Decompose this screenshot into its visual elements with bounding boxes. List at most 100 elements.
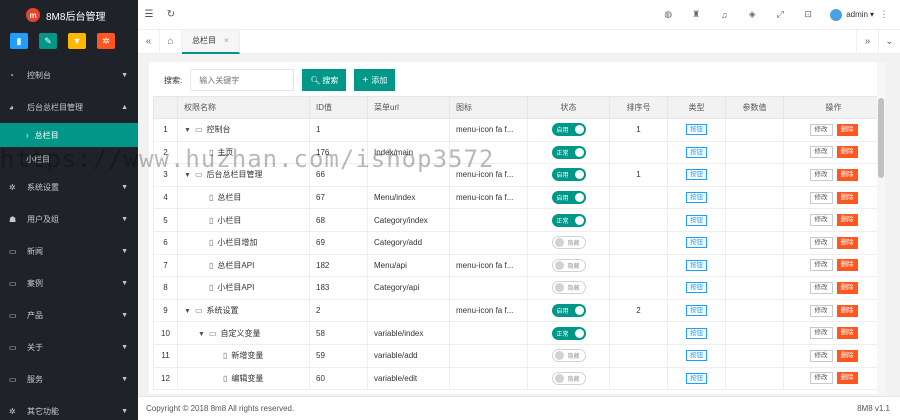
close-icon[interactable]: × [224,36,229,45]
tabs-next-icon[interactable]: » [856,29,878,54]
scrollbar-thumb[interactable] [878,98,884,178]
signal-icon[interactable]: ▮ [10,33,28,49]
delete-button[interactable]: 删除 [836,281,858,294]
column-header[interactable]: 菜单url [367,96,450,119]
sidebar-item-5[interactable]: ▭ 案例 ▼ [0,267,138,299]
column-header[interactable]: 图标 [449,96,528,119]
caret-down-icon[interactable]: ▼ [184,127,191,134]
caret-down-icon[interactable]: ▼ [198,331,205,338]
column-header[interactable]: 类型 [667,96,726,119]
pencil-icon[interactable]: ✎ [39,33,57,49]
delete-button[interactable]: 删除 [836,327,858,340]
sidebar-item-7[interactable]: ▭ 关于 ▼ [0,331,138,363]
search-button[interactable]: 🔍︎ 搜索 [302,69,347,91]
globe-icon[interactable]: ◍ [654,9,682,20]
status-toggle[interactable]: 启用 [551,168,586,182]
edit-button[interactable]: 修改 [809,259,833,272]
tag-icon[interactable]: ◈ [738,9,766,20]
delete-button[interactable]: 删除 [836,259,858,272]
edit-button[interactable]: 修改 [809,123,833,136]
cogs-icon[interactable]: ✲ [97,33,115,49]
status-toggle[interactable]: 正常 [551,145,586,159]
edit-button[interactable]: 修改 [809,327,833,340]
caret-down-icon[interactable]: ▼ [184,308,191,315]
edit-button[interactable]: 修改 [809,168,833,181]
edit-button[interactable]: 修改 [809,372,833,385]
sidebar-item-3[interactable]: ☗ 用户及组 ▼ [0,203,138,235]
tree-node[interactable]: ▯ 小栏目 [198,215,241,226]
search-input[interactable] [190,69,295,91]
edit-button[interactable]: 修改 [809,349,833,362]
delete-button[interactable]: 删除 [836,349,858,362]
column-header[interactable]: 排序号 [609,96,668,119]
column-header[interactable]: 参数值 [725,96,784,119]
type-cell: 按钮 [667,140,726,165]
delete-button[interactable]: 删除 [836,372,858,385]
status-toggle[interactable]: 启用 [551,191,586,205]
fullscreen-icon[interactable]: ⤢ [766,9,794,20]
trash-icon[interactable]: ♜ [682,9,710,20]
status-toggle[interactable]: 启用 [551,304,586,318]
more-icon[interactable]: ⋮ [874,9,894,20]
tree-node[interactable]: ▯ 编辑变量 [212,373,263,384]
tree-node[interactable]: ▼ ▭ 控制台 [184,124,231,135]
tree-node[interactable]: ▯ 新增变量 [212,350,263,361]
sidebar-item-9[interactable]: ✲ 其它功能 ▼ [0,395,138,420]
delete-button[interactable]: 删除 [836,236,858,249]
sidebar-item-0[interactable]: ◔ 控制台 ▼ [0,59,138,91]
tree-node[interactable]: ▼ ▭ 自定义变量 [198,328,261,339]
tree-node[interactable]: ▯ 小栏目增加 [198,237,257,248]
tree-node[interactable]: ▼ ▭ 系统设置 [184,305,239,316]
tree-node[interactable]: ▯ 总栏目API [198,260,254,271]
delete-button[interactable]: 删除 [836,146,858,159]
name-cell: ▼ ▭ 控制台 [177,118,310,142]
delete-button[interactable]: 删除 [836,304,858,317]
tabs-prev-icon[interactable]: « [138,29,160,54]
edit-button[interactable]: 修改 [809,236,833,249]
status-toggle[interactable]: 正常 [551,213,586,227]
delete-button[interactable]: 删除 [836,191,858,204]
shirt-icon[interactable]: ▼ [68,33,86,49]
status-toggle[interactable]: 隐藏 [551,258,586,272]
delete-button[interactable]: 删除 [836,123,858,136]
edit-button[interactable]: 修改 [809,146,833,159]
sidebar-subitem-0[interactable]: › 总栏目 [0,123,138,147]
bell-icon[interactable]: ♫ [710,10,738,20]
tree-node[interactable]: ▯ 总栏目 [198,192,241,203]
edit-button[interactable]: 修改 [809,304,833,317]
app-logo[interactable]: m 8M8后台管理 [0,0,138,30]
column-header[interactable] [153,96,178,119]
scrollbar[interactable] [877,62,885,394]
sidebar-item-8[interactable]: ▭ 服务 ▼ [0,363,138,395]
sidebar-item-4[interactable]: ▭ 新闻 ▼ [0,235,138,267]
edit-button[interactable]: 修改 [809,214,833,227]
home-icon[interactable]: ⌂ [160,29,182,54]
status-toggle[interactable]: 隐藏 [551,371,586,385]
status-toggle[interactable]: 正常 [551,326,586,340]
sidebar-item-1[interactable]: ◕ 后台总栏目管理 ▲ [0,91,138,123]
sidebar-item-2[interactable]: ✲ 系统设置 ▼ [0,171,138,203]
menu-toggle-icon[interactable]: ☰ [138,9,160,20]
column-header[interactable]: ID值 [309,96,368,119]
tree-node[interactable]: ▯ 小栏目API [198,282,254,293]
caret-down-icon[interactable]: ▼ [184,172,191,179]
delete-button[interactable]: 删除 [836,168,858,181]
column-header[interactable]: 操作 [783,96,884,119]
add-button[interactable]: + 添加 [354,69,396,91]
column-header[interactable]: 权限名称 [177,96,310,119]
status-toggle[interactable]: 隐藏 [551,281,586,295]
user-menu[interactable]: admin ▾ [830,8,874,21]
edit-button[interactable]: 修改 [809,281,833,294]
status-toggle[interactable]: 隐藏 [551,349,586,363]
edit-button[interactable]: 修改 [809,191,833,204]
delete-button[interactable]: 删除 [836,214,858,227]
tabs-dropdown-icon[interactable]: ⌄ [878,29,900,54]
column-header[interactable]: 状态 [527,96,610,119]
sidebar-item-6[interactable]: ▭ 产品 ▼ [0,299,138,331]
tab-menu-index[interactable]: 总栏目 × [182,29,240,54]
status-toggle[interactable]: 隐藏 [551,236,586,250]
url-cell: variable/index [367,321,450,345]
refresh-icon[interactable]: ↻ [160,9,182,20]
lock-icon[interactable]: ⊡ [794,9,822,20]
status-toggle[interactable]: 启用 [551,123,586,137]
